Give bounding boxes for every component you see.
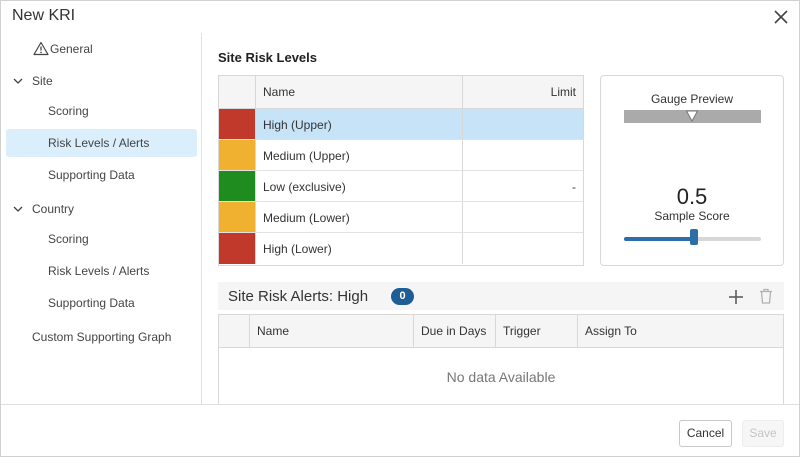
gauge-value: 0.5	[676, 184, 708, 209]
risk-color-swatch	[219, 233, 256, 264]
risk-alerts-header: Site Risk Alerts: High 0	[218, 282, 784, 310]
sidebar-item-label: General	[50, 42, 93, 56]
sidebar-item-country-risk-levels-alerts[interactable]: Risk Levels / Alerts	[6, 257, 197, 285]
save-button[interactable]: Save	[742, 420, 784, 447]
sample-score-slider-fill	[624, 237, 693, 241]
risk-color-swatch	[219, 109, 256, 139]
sidebar-item-site-risk-levels-alerts[interactable]: Risk Levels / Alerts	[6, 129, 197, 157]
sidebar-item-label: Scoring	[48, 104, 89, 118]
risk-alerts-title: Site Risk Alerts: High	[228, 288, 369, 305]
risk-level-limit[interactable]: -	[463, 171, 583, 201]
color-column-header	[219, 76, 256, 108]
sidebar-item-label: Custom Supporting Graph	[32, 330, 172, 344]
sidebar-group-label: Country	[32, 202, 75, 216]
sample-score-slider-thumb[interactable]	[690, 229, 698, 245]
table-header: Name Limit	[219, 76, 583, 109]
risk-color-swatch	[219, 140, 256, 170]
sidebar-item-site-scoring[interactable]: Scoring	[6, 97, 197, 125]
sidebar-item-country-scoring[interactable]: Scoring	[6, 225, 197, 253]
gauge-preview-title: Gauge Preview	[650, 92, 734, 106]
risk-level-limit[interactable]	[463, 202, 583, 232]
sample-score-label: Sample Score	[654, 209, 730, 223]
trash-icon[interactable]	[757, 287, 775, 305]
column-header-due-in-days[interactable]: Due in Days	[414, 315, 496, 348]
risk-level-limit[interactable]	[463, 140, 583, 170]
table-row[interactable]: High (Upper)	[219, 109, 583, 140]
table-header: Name Due in Days Trigger Assign To	[219, 315, 783, 348]
risk-level-name: High (Lower)	[256, 233, 463, 264]
site-risk-levels-title: Site Risk Levels	[218, 50, 317, 65]
table-row[interactable]: Medium (Lower)	[219, 202, 583, 233]
alerts-count-badge: 0	[391, 288, 414, 305]
sidebar-item-label: Supporting Data	[48, 296, 135, 310]
risk-alerts-table: Name Due in Days Trigger Assign To No da…	[218, 314, 784, 404]
risk-level-name: Medium (Lower)	[256, 202, 463, 232]
main-panel: Site Risk Levels Name Limit High (Upper)…	[202, 33, 799, 404]
sidebar-item-label: Scoring	[48, 232, 89, 246]
risk-levels-table: Name Limit High (Upper) Medium (Upper) Low…	[218, 75, 584, 266]
limit-column-header[interactable]: Limit	[463, 76, 583, 108]
name-column-header[interactable]: Name	[256, 76, 463, 108]
sidebar-item-label: Risk Levels / Alerts	[48, 264, 150, 278]
sidebar-nav: General Site Scoring Risk Levels / Alert…	[1, 33, 202, 404]
sidebar-item-label: Supporting Data	[48, 168, 135, 182]
sidebar-group-country[interactable]: Country	[6, 195, 197, 223]
gauge-pointer-icon	[685, 110, 699, 122]
chevron-down-icon	[13, 206, 23, 212]
sidebar-item-label: Risk Levels / Alerts	[48, 136, 150, 150]
gauge-preview-card: Gauge Preview 0.5 Sample Score	[600, 75, 784, 266]
risk-level-limit[interactable]	[463, 233, 583, 264]
column-header-trigger[interactable]: Trigger	[496, 315, 578, 348]
column-header-name[interactable]: Name	[250, 315, 414, 348]
column-header-assign-to[interactable]: Assign To	[578, 315, 783, 348]
dialog-title: New KRI	[12, 7, 76, 24]
sidebar-group-site[interactable]: Site	[6, 67, 197, 95]
sidebar-item-site-supporting-data[interactable]: Supporting Data	[6, 161, 197, 189]
risk-level-name: High (Upper)	[256, 109, 463, 139]
new-kri-dialog: New KRI General Site Scoring Risk Levels…	[0, 0, 800, 457]
select-column-header	[219, 315, 250, 348]
cancel-button[interactable]: Cancel	[679, 420, 732, 447]
dialog-title-bar: New KRI	[1, 1, 799, 33]
risk-level-limit[interactable]	[463, 109, 583, 139]
sidebar-item-custom-supporting-graph[interactable]: Custom Supporting Graph	[6, 323, 197, 351]
risk-level-name: Medium (Upper)	[256, 140, 463, 170]
risk-color-swatch	[219, 171, 256, 201]
risk-level-name: Low (exclusive)	[256, 171, 463, 201]
sidebar-item-general[interactable]: General	[6, 35, 197, 63]
sidebar-group-label: Site	[32, 74, 53, 88]
table-row[interactable]: High (Lower)	[219, 233, 583, 264]
add-icon[interactable]	[727, 288, 745, 306]
warning-icon	[33, 41, 49, 56]
chevron-down-icon	[13, 78, 23, 84]
table-row[interactable]: Low (exclusive) -	[219, 171, 583, 202]
empty-state-text: No data Available	[446, 369, 556, 385]
table-row[interactable]: Medium (Upper)	[219, 140, 583, 171]
close-icon[interactable]	[771, 7, 791, 27]
risk-color-swatch	[219, 202, 256, 232]
sidebar-item-country-supporting-data[interactable]: Supporting Data	[6, 289, 197, 317]
dialog-footer: Cancel Save	[1, 404, 799, 456]
